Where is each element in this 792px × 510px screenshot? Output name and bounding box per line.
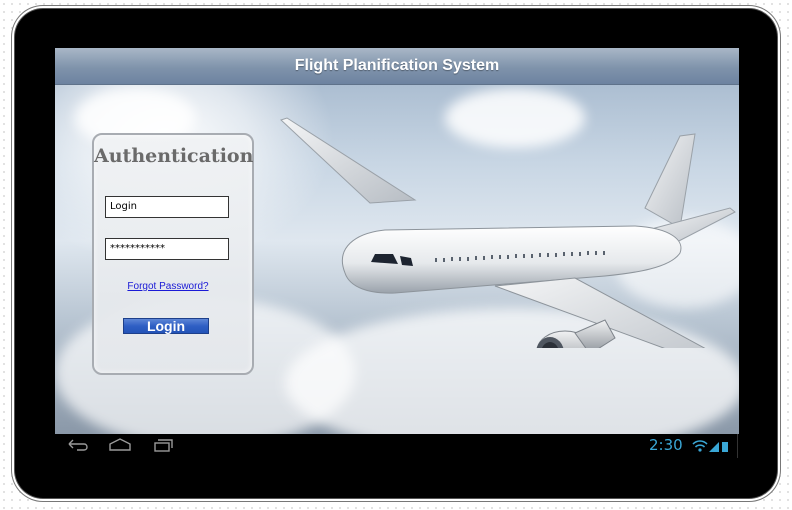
nav-divider: [737, 434, 738, 458]
home-icon[interactable]: [107, 437, 133, 453]
authentication-panel: Authentication Login *********** Forgot …: [92, 133, 254, 375]
forgot-password-link[interactable]: Forgot Password?: [94, 281, 242, 292]
app-title-bar: Flight Planification System: [55, 48, 739, 85]
authentication-heading: Authentication: [94, 145, 254, 167]
status-clock: 2:30: [649, 436, 683, 454]
login-field[interactable]: Login: [105, 196, 229, 218]
status-icons: [692, 440, 728, 452]
recent-apps-icon[interactable]: [151, 437, 177, 453]
password-field[interactable]: ***********: [105, 238, 229, 260]
wifi-icon: [692, 440, 708, 452]
system-nav-bar: 2:30: [55, 434, 739, 458]
app-screen: Flight Planification System Authenticati…: [55, 48, 739, 434]
signal-icon: [709, 442, 719, 452]
battery-icon: [722, 442, 728, 452]
back-icon[interactable]: [65, 437, 91, 453]
airplane-image: [280, 117, 736, 348]
app-title: Flight Planification System: [294, 57, 500, 74]
login-button[interactable]: Login: [123, 318, 209, 334]
